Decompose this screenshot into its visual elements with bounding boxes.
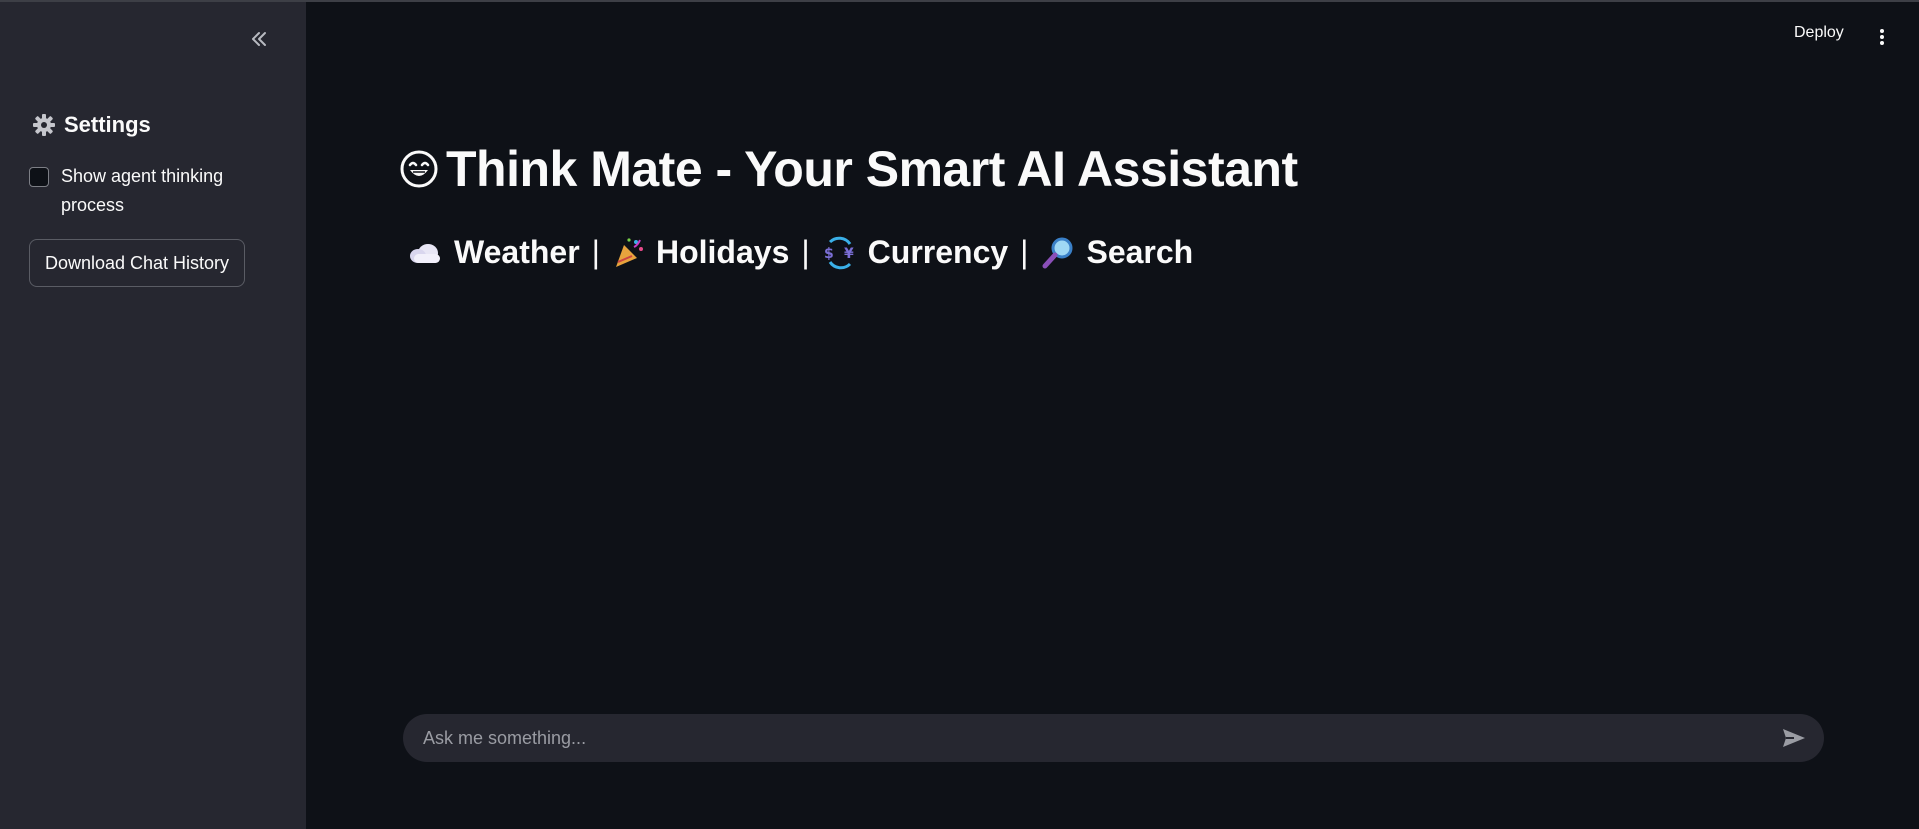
send-icon [1783, 729, 1805, 747]
chat-input[interactable] [403, 714, 1774, 762]
feature-holidays: Holidays [655, 234, 790, 270]
cloud-icon [408, 240, 444, 266]
separator: | [591, 234, 600, 270]
settings-title: Settings [64, 112, 151, 137]
send-button[interactable] [1774, 718, 1814, 758]
page-title-text: Think Mate - Your Smart AI Assistant [446, 141, 1298, 197]
page-title: Think Mate - Your Smart AI Assistant [400, 140, 1298, 198]
double-chevron-left-icon [252, 32, 266, 46]
party-popper-icon [612, 236, 646, 270]
chat-input-container [403, 714, 1824, 762]
separator: | [801, 234, 810, 270]
magnifier-icon [1040, 236, 1076, 270]
smiling-face-icon [400, 150, 438, 188]
feature-list: Weather | Holidays | $ ¥ Currency | Sear… [408, 234, 1193, 271]
separator: | [1020, 234, 1029, 270]
thinking-process-option[interactable]: Show agent thinking process [29, 162, 269, 220]
vertical-dots-icon [1880, 29, 1884, 45]
feature-currency: Currency [867, 234, 1009, 270]
thinking-process-label[interactable]: Show agent thinking process [61, 162, 269, 220]
sidebar: Settings Show agent thinking process Dow… [0, 2, 306, 829]
collapse-sidebar-button[interactable] [244, 26, 274, 52]
currency-exchange-icon: $ ¥ [822, 236, 858, 270]
gear-icon [33, 114, 55, 136]
svg-text:$: $ [824, 246, 834, 262]
feature-weather: Weather [454, 234, 580, 270]
svg-text:¥: ¥ [844, 246, 854, 262]
download-chat-history-button[interactable]: Download Chat History [29, 239, 245, 287]
settings-header: Settings [32, 112, 151, 138]
thinking-process-checkbox[interactable] [29, 167, 49, 187]
deploy-button[interactable]: Deploy [1794, 24, 1844, 42]
main-menu-button[interactable] [1872, 24, 1892, 50]
feature-search: Search [1086, 234, 1194, 270]
